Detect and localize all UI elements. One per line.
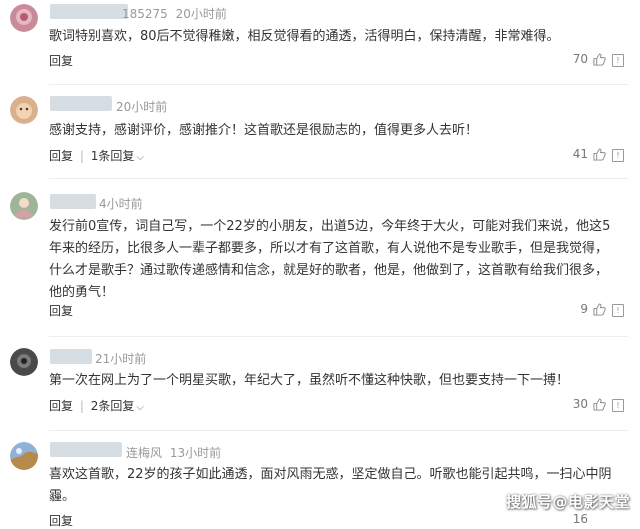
reply-button[interactable]: 回复: [49, 54, 73, 68]
username[interactable]: 20小时前: [116, 98, 167, 115]
separator: |: [79, 399, 84, 413]
comment-actions: 回复: [49, 52, 73, 69]
like-count: 41: [572, 147, 588, 161]
comment-text: 感谢支持，感谢评价，感谢推介！这首歌还是很励志的，值得更多人去听！: [49, 123, 479, 138]
chevron-down-icon[interactable]: ⌵: [136, 402, 144, 413]
separator: |: [79, 149, 84, 163]
avatar[interactable]: [10, 348, 38, 376]
report-icon[interactable]: !: [612, 304, 624, 317]
reply-button[interactable]: 回复: [49, 399, 73, 413]
avatar[interactable]: [10, 4, 38, 32]
replies-toggle[interactable]: 2条回复 ⌵: [91, 399, 144, 413]
username[interactable]: 21小时前: [95, 350, 146, 367]
thumbs-up-icon[interactable]: [593, 303, 606, 316]
username-blur: [50, 349, 92, 364]
watermark: 搜狐号@电影天堂: [505, 493, 630, 511]
thumbs-up-icon[interactable]: [593, 148, 606, 161]
thumbs-up-icon[interactable]: [593, 53, 606, 66]
username-blur: [50, 96, 112, 111]
timestamp: 13小时前: [169, 446, 222, 460]
comment-text: 歌词特别喜欢，80后不觉得稚嫩，相反觉得看的通透，活得明白，保持清醒，非常难得。: [49, 29, 560, 44]
chevron-down-icon[interactable]: ⌵: [136, 152, 144, 163]
timestamp: 21小时前: [95, 352, 147, 366]
divider: [49, 178, 628, 179]
avatar[interactable]: [10, 96, 38, 124]
username-blur: [50, 4, 128, 19]
report-icon[interactable]: !: [612, 54, 624, 67]
comment-item: 21小时前 第一次在网上为了一个明星买歌，年纪大了，虽然听不懂这种快歌，但也要支…: [0, 344, 640, 426]
comment-item: 185275 20小时前 歌词特别喜欢，80后不觉得稚嫩，相反觉得看的通透，活得…: [0, 0, 640, 82]
timestamp: 4小时前: [99, 197, 143, 211]
divider: [49, 430, 628, 431]
avatar[interactable]: [10, 442, 38, 470]
comment-text: 发行前0宣传，词自己写，一个22岁的小朋友，出道5边，今年终于大火，可能对我们来…: [49, 219, 611, 300]
reply-button[interactable]: 回复: [49, 149, 73, 163]
username-blur: [50, 194, 96, 209]
like-count: 16: [572, 512, 588, 526]
reply-button[interactable]: 回复: [49, 514, 73, 528]
reply-button[interactable]: 回复: [49, 304, 73, 318]
report-icon[interactable]: !: [612, 399, 624, 412]
comment-actions: 回复: [49, 302, 73, 319]
comment-actions: 回复 | 2条回复 ⌵: [49, 397, 144, 414]
replies-toggle[interactable]: 1条回复 ⌵: [91, 149, 144, 163]
like-count: 70: [572, 52, 588, 66]
like-count: 30: [572, 397, 588, 411]
avatar[interactable]: [10, 192, 38, 220]
comment-item: 4小时前 发行前0宣传，词自己写，一个22岁的小朋友，出道5边，今年终于大火，可…: [0, 186, 640, 332]
comment-item: 20小时前 感谢支持，感谢评价，感谢推介！这首歌还是很励志的，值得更多人去听！ …: [0, 92, 640, 172]
replies-count[interactable]: 2条回复: [91, 399, 135, 413]
thumbs-up-icon[interactable]: [593, 398, 606, 411]
username[interactable]: 连梅风 13小时前: [126, 444, 221, 461]
username[interactable]: 4小时前: [99, 195, 143, 212]
username-text[interactable]: 连梅风: [126, 446, 162, 460]
timestamp: 20小时前: [116, 100, 168, 114]
replies-count[interactable]: 1条回复: [91, 149, 135, 163]
report-icon[interactable]: !: [612, 149, 624, 162]
like-count: 9: [580, 302, 588, 316]
comment-text: 第一次在网上为了一个明星买歌，年纪大了，虽然听不懂这种快歌，但也要支持一下一搏！: [49, 373, 570, 388]
username-text[interactable]: 185275: [122, 7, 168, 21]
username[interactable]: 185275 20小时前: [122, 5, 227, 22]
timestamp: 20小时前: [175, 7, 227, 21]
comment-actions: 回复: [49, 512, 73, 529]
comment-actions: 回复 | 1条回复 ⌵: [49, 147, 144, 164]
divider: [49, 336, 628, 337]
divider: [49, 84, 628, 85]
username-blur: [50, 442, 122, 457]
